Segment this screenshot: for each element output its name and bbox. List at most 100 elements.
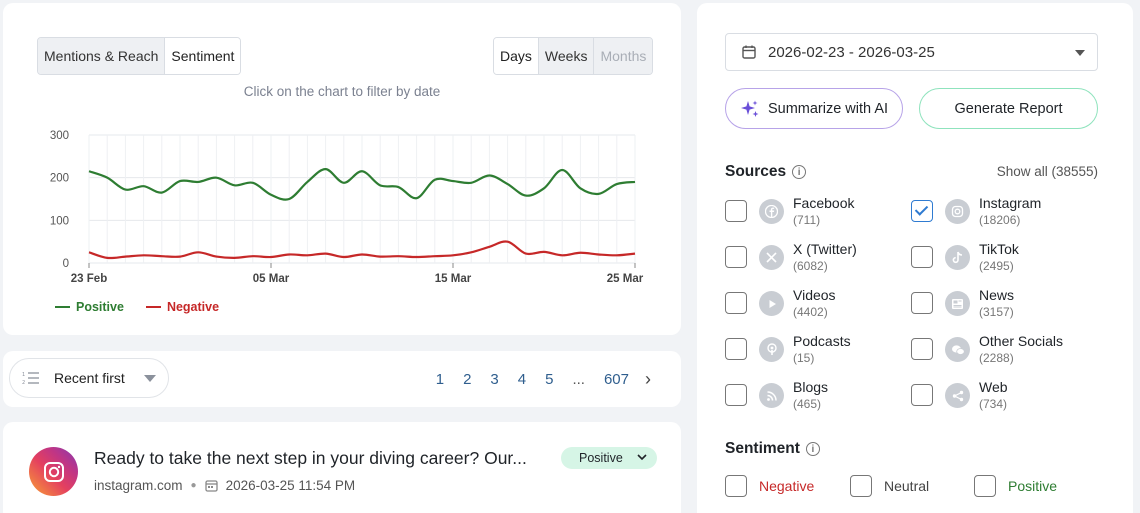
legend-positive-label: Positive: [76, 300, 124, 314]
chart-legend: Positive Negative: [55, 300, 219, 314]
source-count: (18206): [979, 213, 1021, 227]
sentiment-filter-label: Neutral: [884, 478, 930, 494]
date-range-picker[interactable]: 2026-02-23 - 2026-03-25: [725, 33, 1098, 71]
source-checkbox[interactable]: [911, 338, 933, 360]
tab-months: Months: [594, 38, 653, 74]
chart-grid: [88, 134, 636, 264]
sentiment-checkbox[interactable]: [725, 475, 747, 497]
metric-toggle: Mentions & Reach Sentiment: [37, 37, 242, 75]
source-count: (465): [793, 397, 822, 411]
source-blogs[interactable]: Blogs (465): [725, 379, 915, 419]
source-x-twitter[interactable]: X (Twitter) (6082): [725, 241, 915, 281]
source-checkbox[interactable]: [911, 246, 933, 268]
summarize-ai-button[interactable]: Summarize with AI: [725, 88, 903, 129]
sort-select[interactable]: 1 2 Recent first: [9, 358, 169, 398]
post-title[interactable]: Ready to take the next step in your divi…: [94, 448, 527, 469]
source-checkbox[interactable]: [725, 246, 747, 268]
source-tiktok[interactable]: TikTok (2495): [911, 241, 1101, 281]
source-name: X (Twitter): [793, 241, 857, 257]
source-checkbox[interactable]: [911, 200, 933, 222]
source-name: News: [979, 287, 1015, 303]
sentiment-filter-label: Negative: [759, 478, 815, 494]
y-axis: 0 100 200 300: [50, 130, 69, 270]
source-count: (2495): [979, 259, 1014, 273]
sentiment-filter-title-label: Sentiment: [725, 440, 800, 457]
legend-positive[interactable]: Positive: [55, 300, 124, 314]
legend-negative-swatch: [145, 306, 161, 308]
show-all-sources-link[interactable]: Show all (38555): [997, 164, 1098, 179]
page-4[interactable]: 4: [518, 371, 526, 388]
x-icon: [759, 245, 784, 270]
source-checkbox[interactable]: [911, 384, 933, 406]
post-card[interactable]: Ready to take the next step in your divi…: [3, 422, 681, 513]
page-5[interactable]: 5: [545, 371, 553, 388]
sentiment-checkbox[interactable]: [974, 475, 996, 497]
page-last[interactable]: 607: [604, 371, 629, 388]
source-facebook[interactable]: Facebook (711): [725, 195, 915, 235]
source-checkbox[interactable]: [911, 292, 933, 314]
source-checkbox[interactable]: [725, 384, 747, 406]
x-tick-label: 05 Mar: [253, 273, 290, 285]
date-range-value: 2026-02-23 - 2026-03-25: [768, 43, 935, 61]
source-other-socials[interactable]: Other Socials (2288): [911, 333, 1101, 373]
list-controls-card: 1 2 Recent first 1 2 3 4 5 ... 607 ›: [3, 351, 681, 407]
sentiment-filter-title: Sentiment i: [725, 440, 820, 458]
sparkle-icon: [740, 100, 759, 117]
source-count: (4402): [793, 305, 828, 319]
source-name: Other Socials: [979, 333, 1064, 349]
post-source[interactable]: instagram.com: [94, 478, 183, 493]
source-count: (711): [793, 213, 821, 227]
sentiment-checkbox[interactable]: [850, 475, 872, 497]
next-page-icon[interactable]: ›: [645, 369, 651, 390]
rss-icon: [759, 383, 784, 408]
tab-days[interactable]: Days: [494, 38, 539, 74]
source-web[interactable]: Web (734): [911, 379, 1101, 419]
post-datetime: 2026-03-25 11:54 PM: [225, 478, 356, 493]
legend-positive-swatch: [55, 306, 70, 308]
post-sentiment-select[interactable]: Positive: [561, 447, 657, 469]
page-2[interactable]: 2: [463, 371, 471, 388]
play-icon: [759, 291, 784, 316]
sort-lines-icon: 1 2: [22, 372, 39, 385]
source-checkbox[interactable]: [725, 200, 747, 222]
tab-weeks[interactable]: Weeks: [538, 38, 595, 74]
source-podcasts[interactable]: Podcasts (15): [725, 333, 915, 373]
page-3[interactable]: 3: [490, 371, 498, 388]
info-icon[interactable]: i: [805, 442, 820, 456]
facebook-icon: [759, 199, 784, 224]
info-icon[interactable]: i: [792, 165, 807, 179]
post-meta: instagram.com ● 2026-03-25 11:54 PM: [94, 478, 355, 493]
source-count: (2288): [979, 351, 1014, 365]
source-name: TikTok: [979, 241, 1019, 257]
legend-negative[interactable]: Negative: [145, 300, 220, 314]
y-tick-label: 200: [50, 173, 69, 185]
sentiment-line-chart[interactable]: 0 100 200 300 23 Feb 05 Mar 15 Mar 25 Mar: [3, 118, 681, 288]
legend-negative-label: Negative: [166, 300, 220, 314]
source-count: (15): [793, 351, 815, 365]
source-videos[interactable]: Videos (4402): [725, 287, 915, 327]
page-1[interactable]: 1: [436, 371, 444, 388]
source-name: Videos: [793, 287, 836, 303]
generate-report-button[interactable]: Generate Report: [919, 88, 1098, 129]
chevron-down-icon: [144, 375, 156, 382]
source-checkbox[interactable]: [725, 292, 747, 314]
share-icon: [945, 383, 970, 408]
source-count: (734): [979, 397, 1008, 411]
filter-panel: 2026-02-23 - 2026-03-25 Summarize with A…: [697, 3, 1133, 513]
svg-text:2: 2: [22, 380, 25, 385]
calendar-icon: [204, 480, 218, 492]
source-checkbox[interactable]: [725, 338, 747, 360]
source-instagram[interactable]: Instagram (18206): [911, 195, 1101, 235]
sentiment-filter-label: Positive: [1008, 478, 1058, 494]
y-tick-label: 0: [63, 258, 69, 270]
y-tick-label: 300: [50, 130, 69, 142]
tab-mentions-reach[interactable]: Mentions & Reach: [38, 38, 166, 74]
source-news[interactable]: News (3157): [911, 287, 1101, 327]
tab-sentiment[interactable]: Sentiment: [165, 38, 241, 74]
chat-icon: [945, 337, 970, 362]
source-name: Blogs: [793, 379, 829, 395]
separator-dot: ●: [190, 480, 197, 491]
x-tick-label: 25 Mar: [607, 273, 644, 285]
news-icon: [945, 291, 970, 316]
chevron-down-icon: [637, 454, 647, 461]
